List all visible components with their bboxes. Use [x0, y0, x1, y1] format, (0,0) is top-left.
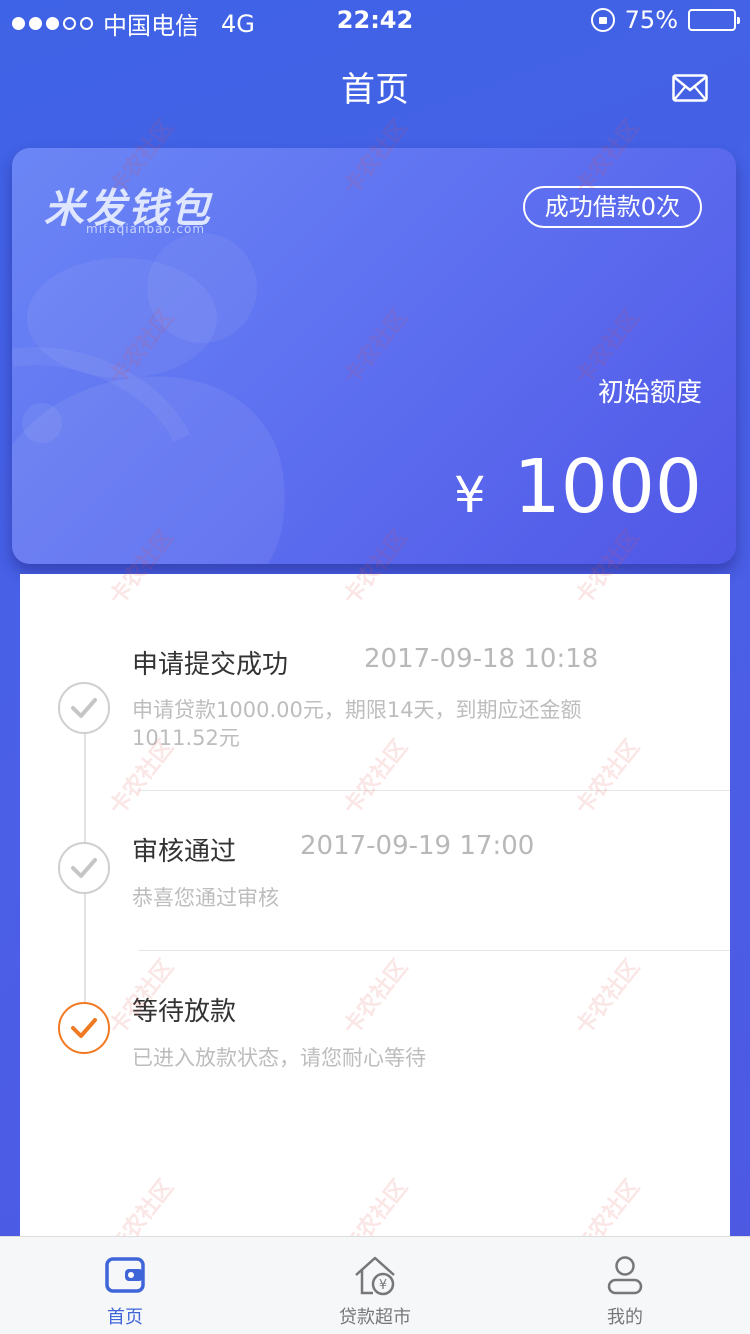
credit-card: 米发钱包 mifaqianbao.com 成功借款0次 初始额度 ¥ 1000	[12, 148, 736, 564]
house-yen-icon: ¥	[355, 1256, 395, 1296]
step-title: 申请提交成功	[132, 650, 289, 680]
tab-label: 贷款超市	[339, 1307, 411, 1328]
divider	[138, 790, 730, 791]
signal-strength-icon	[12, 17, 93, 30]
loans-count-badge: 成功借款0次	[522, 186, 702, 228]
status-bar: 中国电信 4G 22:42 75%	[0, 0, 750, 40]
loan-status-panel: 申请提交成功 2017-09-18 10:18 申请贷款1000.00元，期限1…	[20, 574, 730, 1238]
page-title: 首页	[341, 70, 409, 110]
step-time: 2017-09-19 17:00	[300, 831, 535, 861]
battery-icon	[688, 9, 740, 31]
tab-bar: 首页 ¥ 贷款超市 我的	[0, 1236, 750, 1334]
step-description: 恭喜您通过审核	[132, 886, 279, 910]
step-title: 审核通过	[132, 837, 237, 867]
divider	[138, 950, 730, 951]
tab-label: 首页	[107, 1307, 143, 1328]
wallet-icon	[105, 1257, 145, 1293]
quota-amount: ¥ 1000	[454, 444, 702, 530]
check-icon	[58, 682, 110, 734]
tab-loan-market[interactable]: ¥ 贷款超市	[250, 1237, 500, 1334]
status-right: 75%	[590, 6, 740, 34]
amount-value: 1000	[513, 444, 702, 530]
tab-home[interactable]: 首页	[0, 1237, 250, 1334]
pending-check-icon	[58, 1002, 110, 1054]
carrier-name: 中国电信	[103, 12, 199, 40]
svg-text:¥: ¥	[379, 1278, 387, 1293]
status-left: 中国电信 4G	[12, 6, 255, 41]
quota-label: 初始额度	[597, 378, 702, 408]
step-time: 2017-09-18 10:18	[364, 644, 599, 674]
step-description: 申请贷款1000.00元，期限14天，到期应还金额1011.52元	[132, 698, 582, 750]
network-type: 4G	[221, 9, 255, 38]
tab-label: 我的	[607, 1307, 643, 1328]
check-icon	[58, 842, 110, 894]
battery-percent: 75%	[624, 6, 678, 34]
step-title: 等待放款	[132, 997, 237, 1027]
mail-icon[interactable]	[672, 74, 708, 102]
rotation-lock-icon	[590, 8, 615, 32]
tab-mine[interactable]: 我的	[500, 1237, 750, 1334]
currency-symbol: ¥	[453, 466, 486, 524]
step-description: 已进入放款状态，请您耐心等待	[132, 1046, 426, 1070]
brand-domain: mifaqianbao.com	[86, 222, 206, 236]
person-icon	[607, 1256, 643, 1295]
